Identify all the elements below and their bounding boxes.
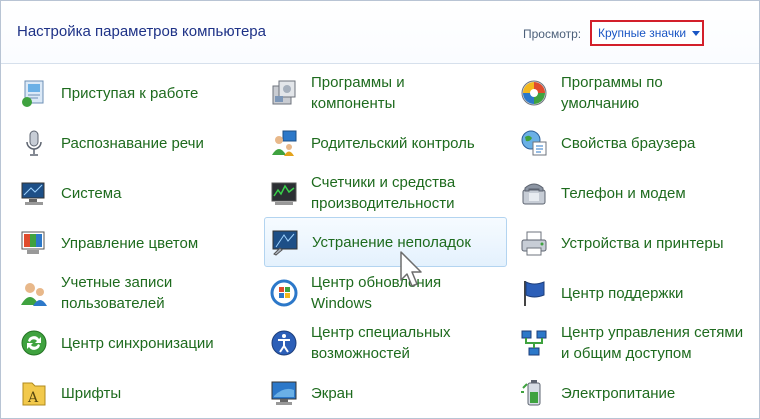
item-label: Программы по умолчанию: [561, 74, 663, 112]
item-label: Система: [61, 184, 122, 202]
color-management-icon: [17, 226, 51, 260]
view-mode-dropdown[interactable]: Крупные значки: [590, 20, 704, 46]
item-label: Приступая к работе: [61, 84, 199, 102]
microphone-icon: [17, 126, 51, 160]
globe-icon: [517, 126, 551, 160]
item-ease-of-access[interactable]: Центр специальных возможностей: [267, 319, 503, 367]
item-fonts[interactable]: A Шрифты: [17, 369, 253, 417]
display-icon: [267, 376, 301, 410]
item-label: Центр синхронизации: [61, 334, 214, 352]
header-bar: Настройка параметров компьютера Просмотр…: [1, 1, 759, 64]
item-default-programs[interactable]: Программы по умолчанию: [517, 69, 753, 117]
item-label: Программы и компоненты: [311, 74, 405, 112]
item-color-management[interactable]: Управление цветом: [17, 219, 253, 267]
item-parental-controls[interactable]: Родительский контроль: [267, 119, 503, 167]
item-label: Управление цветом: [61, 234, 199, 252]
item-label: Центр управления сетями и общим доступом: [561, 324, 744, 362]
printer-icon: [517, 226, 551, 260]
default-programs-icon: [517, 76, 551, 110]
sync-icon: [17, 326, 51, 360]
item-power-options[interactable]: Электропитание: [517, 369, 753, 417]
item-label: Устройства и принтеры: [561, 234, 724, 252]
item-label: Телефон и модем: [561, 184, 686, 202]
view-label: Просмотр:: [523, 27, 582, 41]
page-title: Настройка параметров компьютера: [17, 23, 266, 40]
item-network-sharing[interactable]: Центр управления сетями и общим доступом: [517, 319, 753, 367]
item-programs-features[interactable]: Программы и компоненты: [267, 69, 503, 117]
item-label: Счетчики и средства производительности: [311, 174, 456, 212]
item-label: Свойства браузера: [561, 134, 696, 152]
parental-controls-icon: [267, 126, 301, 160]
phone-icon: [517, 176, 551, 210]
item-internet-options[interactable]: Свойства браузера: [517, 119, 753, 167]
item-troubleshooting[interactable]: Устранение неполадок: [264, 217, 507, 267]
control-panel-window: Настройка параметров компьютера Просмотр…: [0, 0, 760, 419]
svg-text:A: A: [27, 390, 39, 406]
item-windows-update[interactable]: Центр обновления Windows: [267, 269, 503, 317]
item-phone-modem[interactable]: Телефон и модем: [517, 169, 753, 217]
programs-features-icon: [267, 76, 301, 110]
user-accounts-icon: [17, 276, 51, 310]
item-sync-center[interactable]: Центр синхронизации: [17, 319, 253, 367]
item-label: Учетные записи пользователей: [61, 274, 173, 312]
item-label: Распознавание речи: [61, 134, 204, 152]
performance-icon: [267, 176, 301, 210]
item-speech-recognition[interactable]: Распознавание речи: [17, 119, 253, 167]
item-label: Центр обновления Windows: [311, 274, 442, 312]
item-label: Шрифты: [61, 384, 122, 402]
item-label: Родительский контроль: [311, 134, 475, 152]
item-label: Электропитание: [561, 384, 676, 402]
chevron-down-icon: [692, 30, 701, 36]
troubleshooting-icon: [268, 225, 302, 259]
power-icon: [517, 376, 551, 410]
flag-icon: [517, 276, 551, 310]
item-performance[interactable]: Счетчики и средства производительности: [267, 169, 503, 217]
item-label: Устранение неполадок: [312, 233, 471, 251]
item-user-accounts[interactable]: Учетные записи пользователей: [17, 269, 253, 317]
item-action-center[interactable]: Центр поддержки: [517, 269, 753, 317]
item-label: Экран: [311, 384, 354, 402]
item-system[interactable]: Система: [17, 169, 253, 217]
view-mode-value: Крупные значки: [598, 26, 687, 40]
item-label: Центр поддержки: [561, 284, 684, 302]
accessibility-icon: [267, 326, 301, 360]
item-label: Центр специальных возможностей: [311, 324, 451, 362]
windows-update-icon: [267, 276, 301, 310]
item-getting-started[interactable]: Приступая к работе: [17, 69, 253, 117]
computer-icon: [17, 176, 51, 210]
item-devices-printers[interactable]: Устройства и принтеры: [517, 219, 753, 267]
network-icon: [517, 326, 551, 360]
getting-started-icon: [17, 76, 51, 110]
item-display[interactable]: Экран: [267, 369, 503, 417]
fonts-icon: A: [17, 376, 51, 410]
